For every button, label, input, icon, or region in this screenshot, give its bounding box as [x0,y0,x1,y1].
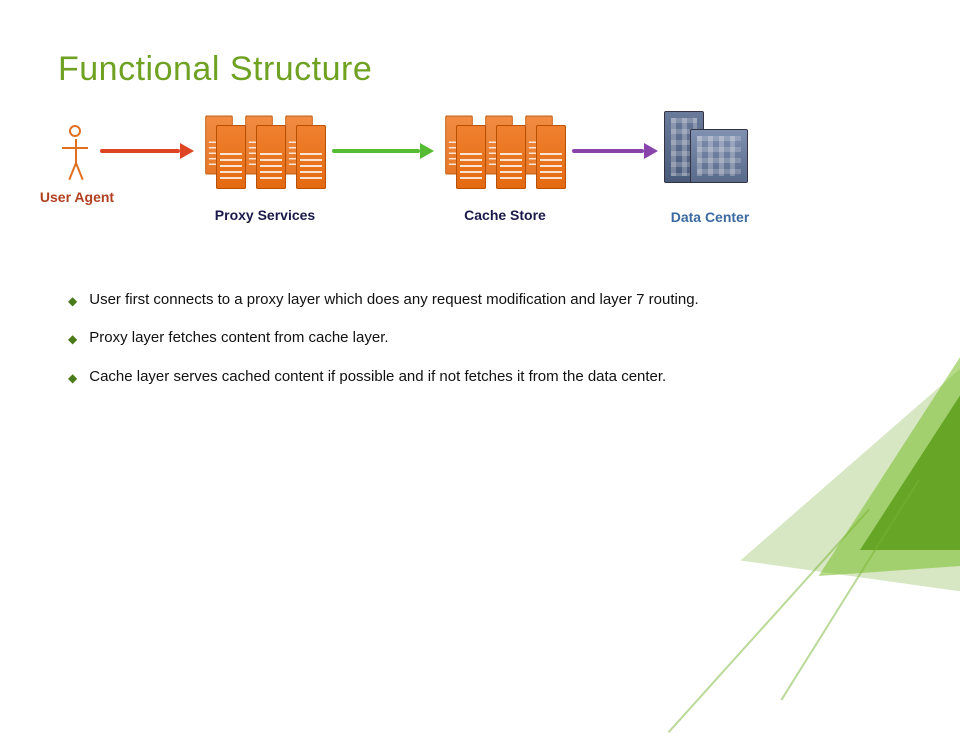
proxy-label: Proxy Services [205,207,325,223]
user-agent-icon [60,125,94,185]
slide-title: Functional Structure [58,50,372,89]
bullet-icon: ◆ [68,293,77,310]
bullet-icon: ◆ [68,331,77,348]
bullet-icon: ◆ [68,370,77,387]
proxy-servers-icon [200,113,320,191]
bullet-text: Proxy layer fetches content from cache l… [89,328,388,348]
cache-servers-icon [440,113,560,191]
list-item: ◆ User first connects to a proxy layer w… [68,290,828,310]
user-agent-label: User Agent [38,189,116,205]
data-center-label: Data Center [655,209,765,225]
bullet-text: Cache layer serves cached content if pos… [89,367,666,387]
data-center-icon [664,111,750,189]
bullet-text: User first connects to a proxy layer whi… [89,290,698,310]
architecture-diagram: User Agent Proxy Services Cache Store Da… [60,115,780,250]
list-item: ◆ Cache layer serves cached content if p… [68,367,828,387]
cache-label: Cache Store [450,207,560,223]
bullet-list: ◆ User first connects to a proxy layer w… [68,290,828,405]
list-item: ◆ Proxy layer fetches content from cache… [68,328,828,348]
